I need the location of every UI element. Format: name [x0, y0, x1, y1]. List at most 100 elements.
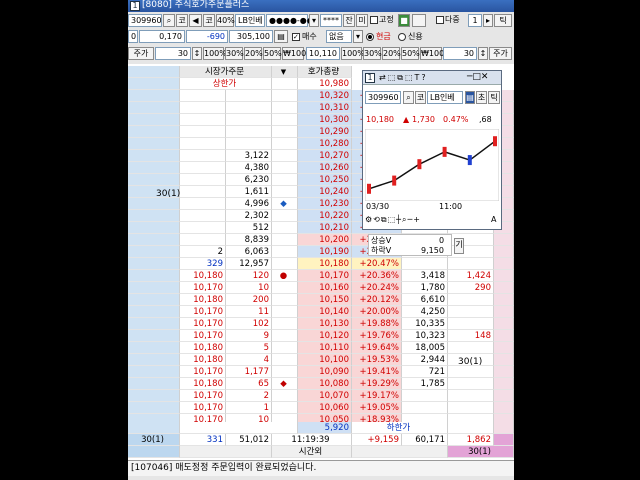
ask-price[interactable]: 10,280 [298, 138, 352, 150]
bid-marker[interactable]: ◆ [272, 378, 298, 390]
pct-button[interactable]: 40% [216, 14, 235, 27]
balance-button[interactable]: 잔 [343, 14, 355, 27]
ask-marker[interactable] [272, 114, 298, 126]
ask-price[interactable]: 10,290 [298, 126, 352, 138]
blank-button[interactable] [412, 14, 426, 27]
mi-button[interactable]: 미 [356, 14, 368, 27]
bid-order-price[interactable]: 10,180 [180, 342, 226, 354]
spin-icon[interactable]: ▸ [483, 14, 493, 27]
order-price-input[interactable]: 10,110 [306, 47, 340, 60]
left-20pct-button[interactable]: 20% [244, 47, 263, 60]
bid-order-price[interactable]: 10,170 [180, 390, 226, 402]
right-20pct-button[interactable]: 20% [382, 47, 401, 60]
bid-price[interactable]: 10,170 [298, 270, 352, 282]
bid-price[interactable]: 10,100 [298, 354, 352, 366]
ask-price[interactable]: 10,260 [298, 162, 352, 174]
credit-radio[interactable] [398, 33, 406, 41]
bid-marker[interactable] [272, 306, 298, 318]
ask-price[interactable]: 10,230 [298, 198, 352, 210]
bid-marker[interactable] [272, 294, 298, 306]
bid-order-price[interactable]: 10,170 [180, 366, 226, 378]
search-icon[interactable]: ⌕ [163, 14, 175, 27]
popup-tab-icon[interactable]: ▤ [465, 91, 475, 104]
gi-button[interactable]: 기 [454, 238, 464, 254]
chart-toolbar-icons[interactable]: ⚙⟲⧉⬚┼⌕─+ [365, 216, 499, 224]
ask-marker[interactable] [272, 234, 298, 246]
ask-price[interactable]: 10,250 [298, 174, 352, 186]
bid-price[interactable]: 10,140 [298, 306, 352, 318]
right-label-button[interactable]: 주가 [489, 47, 512, 60]
bid-order-price[interactable]: 10,170 [180, 318, 226, 330]
popup-tab-sec[interactable]: 초 [476, 91, 487, 104]
bid-order-price[interactable]: 10,180 [180, 354, 226, 366]
cash-radio[interactable] [366, 33, 374, 41]
tick-button[interactable]: 틱 [494, 14, 512, 27]
price-label-button[interactable]: 주가 [128, 47, 154, 60]
bid-order-price[interactable]: 10,180 [180, 294, 226, 306]
bid-marker[interactable] [272, 330, 298, 342]
ask-price[interactable]: 10,190 [298, 246, 352, 258]
ask-marker[interactable]: ◆ [272, 198, 298, 210]
left-bottom-count[interactable]: 30(1) [128, 434, 180, 446]
left-100pct-button[interactable]: 100% [203, 47, 227, 60]
left-qty-spin-icon[interactable]: ↕ [192, 47, 202, 60]
bid-order-price[interactable]: 10,170 [180, 306, 226, 318]
ask-price[interactable]: 10,270 [298, 150, 352, 162]
ask-marker[interactable] [272, 138, 298, 150]
right-100pct-button[interactable]: 100% [341, 47, 365, 60]
ask-price[interactable]: 10,210 [298, 222, 352, 234]
bid-marker[interactable] [272, 318, 298, 330]
bid-marker[interactable] [272, 366, 298, 378]
bid-price[interactable]: 10,080 [298, 378, 352, 390]
code-button[interactable]: 코 [176, 14, 188, 27]
bid-price[interactable]: 10,090 [298, 366, 352, 378]
left-qty-input[interactable]: 30 [155, 47, 191, 60]
app-icon[interactable]: 1 [130, 1, 140, 11]
ask-marker[interactable] [272, 126, 298, 138]
header-dropdown-icon[interactable]: ▼ [272, 66, 298, 78]
bid-price[interactable]: 10,160 [298, 282, 352, 294]
mesu-checkbox[interactable]: ✓ [292, 33, 300, 41]
popup-tab-tick[interactable]: 틱 [488, 91, 500, 104]
popup-window-controls[interactable]: ─□✕ [467, 73, 488, 82]
ask-price[interactable]: 10,320 [298, 90, 352, 102]
bid-price[interactable]: 10,120 [298, 330, 352, 342]
ask-price[interactable]: 10,300 [298, 114, 352, 126]
code-button-2[interactable]: 코 [203, 14, 215, 27]
fix-checkbox[interactable] [370, 16, 378, 24]
bid-marker[interactable] [272, 354, 298, 366]
right-won-button[interactable]: ₩100 [420, 47, 444, 60]
bid-price[interactable]: 10,060 [298, 402, 352, 414]
bid-price[interactable]: 10,110 [298, 342, 352, 354]
right-qty-spin-icon[interactable]: ↕ [478, 47, 488, 60]
account-field[interactable]: ●●●●-●● [266, 14, 314, 27]
ask-price[interactable]: 10,200 [298, 234, 352, 246]
bid-order-price[interactable]: 10,170 [180, 402, 226, 414]
ask-marker[interactable] [272, 246, 298, 258]
ask-marker[interactable] [272, 174, 298, 186]
ask-marker[interactable] [272, 258, 298, 270]
green-square-icon[interactable]: ■ [398, 14, 410, 27]
popup-icon[interactable]: 1 [365, 73, 375, 83]
bid-marker[interactable] [272, 282, 298, 294]
right-qty-input[interactable]: 30 [443, 47, 477, 60]
stock-code-input[interactable]: 309960 [128, 14, 162, 27]
ask-marker[interactable] [272, 162, 298, 174]
ask-marker[interactable] [272, 210, 298, 222]
ask-marker[interactable] [272, 102, 298, 114]
right-bottom-count[interactable]: 30(1) [448, 446, 514, 458]
bid-marker[interactable] [272, 342, 298, 354]
condition-dropdown-icon[interactable]: ▾ [353, 30, 363, 43]
bid-marker[interactable] [272, 390, 298, 402]
bid-price[interactable]: 10,070 [298, 390, 352, 402]
ask-marker[interactable] [272, 186, 298, 198]
popup-code-input[interactable]: 309960 [365, 91, 401, 104]
ask-marker[interactable] [272, 90, 298, 102]
ask-price[interactable]: 10,180 [298, 258, 352, 270]
bid-order-price[interactable]: 10,180 [180, 378, 226, 390]
bid-price[interactable]: 10,130 [298, 318, 352, 330]
popup-code-button[interactable]: 코 [415, 91, 426, 104]
counter-input[interactable]: 1 [468, 14, 482, 27]
bid-price[interactable]: 10,150 [298, 294, 352, 306]
ask-price[interactable]: 10,310 [298, 102, 352, 114]
